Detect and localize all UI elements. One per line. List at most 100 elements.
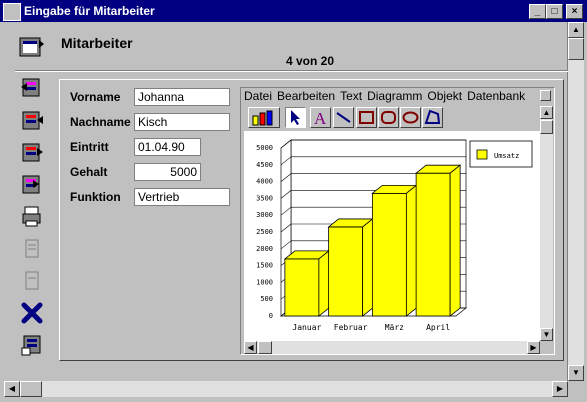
menu-diagramm[interactable]: Diagramm — [367, 89, 422, 103]
bar-front — [328, 226, 364, 317]
menu-datenbank[interactable]: Datenbank — [467, 89, 525, 103]
x-tick-label: April — [426, 323, 450, 332]
y-tick-label: 1000 — [256, 278, 273, 286]
database-icon — [21, 78, 40, 97]
minimize-button[interactable]: _ — [529, 4, 546, 19]
chart-menubar: Datei Bearbeiten Text Diagramm Objekt Datenba… — [244, 89, 540, 104]
form-icon — [17, 34, 45, 62]
document-icon — [25, 239, 39, 258]
print-button[interactable] — [17, 202, 47, 232]
window-title: Eingabe für Mitarbeiter — [24, 4, 155, 18]
header-divider — [15, 70, 568, 72]
legend-label: Umsatz — [494, 152, 519, 160]
ellipse-tool[interactable] — [400, 107, 421, 128]
polygon-tool[interactable] — [422, 107, 443, 128]
size-grip[interactable] — [568, 381, 584, 397]
chart-horizontal-scrollbar[interactable]: ◀ ▶ — [244, 341, 540, 354]
label-nachname: Nachname — [70, 115, 131, 129]
menu-datei[interactable]: Datei — [244, 89, 272, 103]
delete-x-icon — [21, 302, 43, 324]
vorname-field[interactable]: Johanna — [134, 88, 230, 106]
bar-chart-icon — [252, 110, 273, 126]
x-tick-label: Februar — [334, 323, 368, 332]
rounded-rect-tool[interactable] — [378, 107, 399, 128]
printer-icon — [22, 206, 41, 227]
database-icon — [22, 111, 43, 130]
text-tool[interactable]: A — [310, 107, 331, 128]
main-horizontal-scrollbar[interactable]: ◀ ▶ — [4, 381, 568, 397]
label-vorname: Vorname — [70, 90, 121, 104]
main-scroll-up-button[interactable]: ▲ — [568, 22, 584, 38]
rectangle-tool[interactable] — [356, 107, 377, 128]
scroll-up-button[interactable]: ▲ — [540, 106, 553, 119]
y-tick-label: 3500 — [256, 194, 273, 202]
record-counter: 4 von 20 — [285, 54, 335, 68]
new-record-button[interactable] — [17, 234, 47, 264]
y-tick-label: 1500 — [256, 262, 273, 270]
menu-objekt[interactable]: Objekt — [427, 89, 462, 103]
polygon-icon — [424, 109, 441, 124]
next-record-button[interactable] — [17, 138, 47, 168]
save-record-button[interactable] — [17, 330, 47, 360]
funktion-field[interactable]: Vertrieb — [134, 188, 230, 206]
h-scroll-thumb[interactable] — [258, 341, 272, 354]
page-title: Mitarbeiter — [61, 35, 133, 51]
pointer-tool[interactable] — [285, 107, 306, 128]
bar-chart: 5000450040003500300025002000150010005000… — [256, 139, 533, 332]
main-vertical-scrollbar[interactable]: ▲ ▼ — [568, 22, 584, 381]
line-tool[interactable] — [333, 107, 354, 128]
bar-side — [362, 218, 374, 317]
y-tick-label: 2500 — [256, 228, 273, 236]
gehalt-field[interactable]: 5000 — [134, 163, 201, 181]
scroll-corner — [540, 341, 553, 354]
line-icon — [336, 112, 351, 123]
app-icon[interactable] — [3, 3, 21, 21]
bar-front — [415, 172, 451, 317]
label-eintritt: Eintritt — [70, 140, 109, 154]
bar-side — [449, 164, 461, 317]
legend-swatch — [476, 149, 488, 160]
menu-bearbeiten[interactable]: Bearbeiten — [277, 89, 335, 103]
chart-vertical-scrollbar[interactable]: ▲ ▼ — [540, 106, 553, 341]
chart-canvas[interactable]: 5000 4500 4000 3500 3000 2500 2000 1500 1000 500 0… — [244, 131, 540, 341]
main-scroll-down-button[interactable]: ▼ — [568, 365, 584, 381]
rounded-rectangle-icon — [381, 111, 396, 124]
database-icon — [21, 335, 41, 356]
scroll-right-button[interactable]: ▶ — [527, 341, 540, 354]
x-tick-label: März — [385, 323, 404, 332]
label-gehalt: Gehalt — [70, 165, 108, 179]
main-h-scroll-thumb[interactable] — [20, 381, 42, 397]
main-scroll-thumb[interactable] — [568, 38, 584, 60]
copy-record-button[interactable] — [17, 266, 47, 296]
chart-type-button[interactable] — [248, 107, 280, 128]
ellipse-icon — [402, 111, 419, 124]
y-tick-label: 500 — [260, 295, 273, 303]
bar-side — [405, 184, 417, 317]
scroll-left-button[interactable]: ◀ — [244, 341, 257, 354]
y-tick-label: 5000 — [256, 144, 273, 152]
eintritt-field[interactable]: 01.04.90 — [134, 138, 201, 156]
delete-record-button[interactable] — [17, 298, 47, 328]
last-record-button[interactable] — [17, 170, 47, 200]
main-scroll-right-button[interactable]: ▶ — [552, 381, 568, 397]
svg-text:A: A — [314, 109, 327, 127]
first-record-button[interactable] — [17, 73, 47, 103]
label-funktion: Funktion — [70, 190, 121, 204]
bar-front — [284, 258, 320, 317]
scroll-down-button[interactable]: ▼ — [540, 328, 553, 341]
y-tick-label: 4000 — [256, 178, 273, 186]
database-icon — [22, 143, 43, 162]
y-tick-label: 3000 — [256, 211, 273, 219]
chart-restore-button[interactable] — [540, 90, 551, 101]
scroll-thumb[interactable] — [540, 120, 553, 134]
menu-text[interactable]: Text — [340, 89, 362, 103]
main-scroll-left-button[interactable]: ◀ — [4, 381, 20, 397]
document-icon — [25, 271, 39, 290]
maximize-button[interactable]: □ — [546, 4, 563, 19]
nachname-field[interactable]: Kisch — [134, 113, 230, 131]
close-button[interactable]: × — [566, 4, 583, 19]
database-icon — [22, 175, 40, 194]
previous-record-button[interactable] — [17, 106, 47, 136]
pointer-icon — [291, 110, 300, 125]
x-tick-label: Januar — [292, 323, 321, 332]
